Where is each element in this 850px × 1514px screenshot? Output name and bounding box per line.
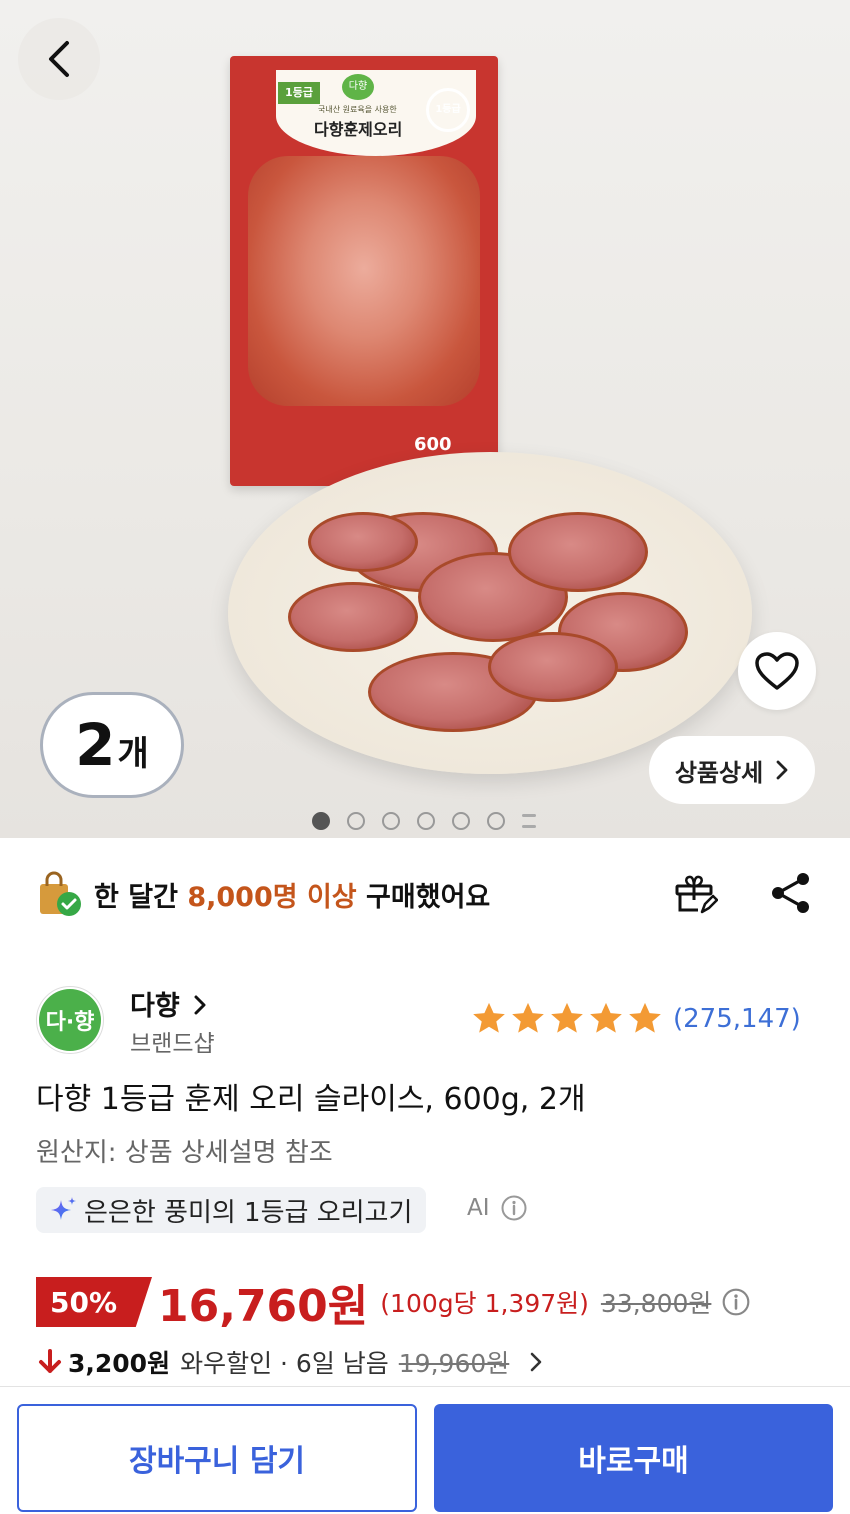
carousel-dot[interactable] [487,812,505,830]
discount-badge: 50% [36,1277,152,1327]
product-detail-label: 상품상세 [674,758,764,787]
chevron-right-icon [530,1352,542,1372]
carousel-dot[interactable] [452,812,470,830]
product-page: 1등급 다향 국내산 원료육을 사용한 다향훈제오리 1등급 600 2 개 상… [0,0,850,1514]
ai-label: AI [467,1194,528,1222]
back-icon [49,41,69,77]
brand-logo[interactable]: 다·향 [36,986,104,1054]
package-subtitle: 국내산 원료육을 사용한 [318,105,397,114]
purchase-count-banner: 한 달간 8,000명 이상 구매했어요 [36,862,816,926]
info-icon[interactable] [500,1194,528,1222]
package-seal: 1등급 [426,88,470,132]
meat-slice [288,582,418,652]
product-package-image: 1등급 다향 국내산 원료육을 사용한 다향훈제오리 1등급 600 [230,56,498,486]
star-icon [473,1002,505,1033]
ai-label-text: AI [467,1195,490,1221]
carousel-dot[interactable] [382,812,400,830]
star-icon [590,1002,622,1033]
meat-slice [308,512,418,572]
heart-icon [755,652,799,690]
plate-image [228,452,752,774]
original-price: 33,800원 [600,1289,712,1318]
quantity-number: 2 [75,711,116,779]
carousel-dot[interactable] [347,812,365,830]
product-title: 다향 1등급 훈제 오리 슬라이스, 600g, 2개 [36,1082,586,1117]
meat-slice [488,632,618,702]
wow-discount-text: 와우할인 · 6일 남음 [180,1349,389,1378]
buy-now-button[interactable]: 바로구매 [434,1404,833,1512]
unit-price: (100g당 1,397원) [380,1289,589,1318]
ai-summary-text: 은은한 풍미의 1등급 오리고기 [84,1197,413,1228]
rating-count[interactable]: (275,147) [673,1004,801,1034]
gift-icon[interactable] [672,870,718,916]
quantity-unit: 개 [117,733,149,774]
package-meat-image [248,156,480,406]
chevron-right-icon [776,760,788,780]
brand-logo-text: 다·향 [39,989,101,1051]
package-logo: 다향 [342,74,374,100]
sparkle-icon [51,1197,76,1220]
product-detail-button[interactable]: 상품상세 [649,736,815,804]
rating[interactable]: (275,147) [470,1000,801,1038]
carousel-dot[interactable] [417,812,435,830]
wishlist-button[interactable] [738,632,816,710]
ai-summary-chip[interactable]: 은은한 풍미의 1등급 오리고기 [36,1187,427,1233]
star-icon [551,1002,583,1033]
wow-original-price: 19,960원 [398,1349,510,1378]
meat-slice [508,512,648,592]
purchase-highlight: 8,000명 이상 [187,881,357,913]
package-title: 다향훈제오리 [314,120,403,139]
carousel-more-icon [522,814,536,828]
origin-info: 원산지: 상품 상세설명 참조 [36,1138,333,1168]
purchase-suffix: 구매했어요 [356,881,491,913]
product-image-carousel[interactable]: 1등급 다향 국내산 원료육을 사용한 다향훈제오리 1등급 600 2 개 상… [0,0,850,838]
share-icon[interactable] [768,870,814,916]
bottom-action-bar: 장바구니 담기 바로구매 [0,1386,850,1514]
arrow-down-icon [39,1349,61,1373]
purchase-count-text: 한 달간 8,000명 이상 구매했어요 [94,875,490,914]
info-icon[interactable] [721,1287,751,1317]
back-button[interactable] [18,18,100,100]
wow-discount-amount: 3,200원 [68,1349,171,1378]
shopping-bag-check-icon [40,871,81,916]
brand-name-link[interactable]: 다향 [130,984,207,1023]
wow-discount-row[interactable]: 3,200원 와우할인 · 6일 남음 19,960원 [38,1342,543,1382]
sale-price: 16,760원 [158,1281,369,1332]
brand-name: 다향 [130,991,180,1022]
star-icon [629,1002,661,1033]
package-grade: 1등급 [278,82,320,104]
carousel-dots [312,812,536,830]
chevron-right-icon [194,995,206,1015]
purchase-prefix: 한 달간 [94,881,188,913]
price-row: 50% 16,760원 (100g당 1,397원) 33,800원 [36,1274,751,1332]
star-icon [512,1002,544,1033]
add-to-cart-button[interactable]: 장바구니 담기 [17,1404,417,1512]
carousel-dot[interactable] [312,812,330,830]
quantity-badge: 2 개 [40,692,184,798]
brand-shop-label: 브랜드샵 [130,1031,215,1057]
package-weight: 600 [414,434,452,455]
